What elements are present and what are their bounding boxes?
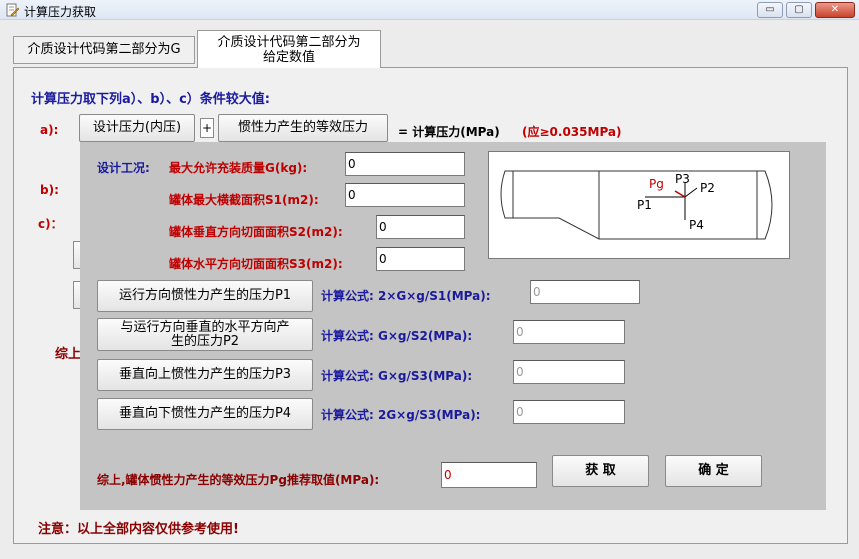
tab-label: 介质设计代码第二部分为G xyxy=(27,42,181,57)
p2-label: P2 xyxy=(700,181,715,195)
p4-button[interactable]: 垂直向下惯性力产生的压力P4 xyxy=(97,398,313,430)
p4-value-input[interactable]: 0 xyxy=(513,400,625,424)
tab-label-line2: 给定数值 xyxy=(262,50,315,65)
s2-input[interactable]: 0 xyxy=(376,215,465,239)
inertia-pressure-button[interactable]: 惯性力产生的等效压力 xyxy=(218,114,388,142)
plus-sign: + xyxy=(200,118,214,138)
tank-diagram: Pg P3 P2 P1 P4 xyxy=(488,151,790,259)
p4-formula: 计算公式: 2G×g/S3(MPa): xyxy=(321,408,481,422)
p1-label: P1 xyxy=(637,198,652,212)
p3-label: P3 xyxy=(675,172,690,186)
pg-label: Pg xyxy=(649,177,664,191)
window-title: 计算压力获取 xyxy=(24,5,97,19)
p1-value-input[interactable]: 0 xyxy=(530,280,640,304)
tab-label-line1: 介质设计代码第二部分为 xyxy=(217,35,361,50)
p3-formula: 计算公式: G×g/S3(MPa): xyxy=(321,369,473,383)
maximize-icon: ▢ xyxy=(794,4,804,15)
note-text: 注意：以上全部内容仅供参考使用! xyxy=(38,522,239,537)
close-icon: ✕ xyxy=(830,4,840,15)
p2-formula: 计算公式: G×g/S2(MPa): xyxy=(321,329,473,343)
tab-medium-code-given-value[interactable]: 介质设计代码第二部分为 给定数值 xyxy=(197,30,381,68)
ok-button[interactable]: 确 定 xyxy=(665,455,762,487)
s3-label: 罐体水平方向切面面积S3(m2): xyxy=(169,257,343,271)
p2-button-line2: 生的压力P2 xyxy=(170,334,240,349)
summary-value-input[interactable]: 0 xyxy=(441,462,537,488)
tab-medium-code-g[interactable]: 介质设计代码第二部分为G xyxy=(13,36,195,64)
title-bar xyxy=(0,0,859,20)
row-b-label: b): xyxy=(40,183,59,197)
p2-button[interactable]: 与运行方向垂直的水平方向产 生的压力P2 xyxy=(97,318,313,351)
s2-label: 罐体垂直方向切面面积S2(m2): xyxy=(169,225,343,239)
p1-button[interactable]: 运行方向惯性力产生的压力P1 xyxy=(97,280,313,312)
p1-formula: 计算公式: 2×G×g/S1(MPa): xyxy=(321,289,491,303)
calc-pressure-hint: (应≥0.035MPa) xyxy=(522,125,622,139)
p2-button-line1: 与运行方向垂直的水平方向产 xyxy=(120,320,290,335)
p4-label: P4 xyxy=(689,218,704,232)
p2-value-input[interactable]: 0 xyxy=(513,320,625,344)
design-condition-label: 设计工况: xyxy=(97,161,150,175)
row-c-label: c)： xyxy=(38,217,63,231)
summary-label: 综上,罐体惯性力产生的等效压力Pg推荐取值(MPa): xyxy=(97,473,380,487)
maximize-button[interactable]: ▢ xyxy=(786,2,812,18)
s1-input[interactable]: 0 xyxy=(345,183,465,207)
p3-button[interactable]: 垂直向上惯性力产生的压力P3 xyxy=(97,359,313,391)
minimize-icon: ▭ xyxy=(765,4,775,15)
tank-diagram-svg: Pg P3 P2 P1 P4 xyxy=(500,170,773,240)
row-a-label: a): xyxy=(40,123,59,137)
calc-pressure-label: = 计算压力(MPa) xyxy=(398,125,500,139)
s3-input[interactable]: 0 xyxy=(376,247,465,271)
minimize-button[interactable]: ▭ xyxy=(757,2,783,18)
partial-summary-label: 综上 xyxy=(55,347,82,362)
max-fill-input[interactable]: 0 xyxy=(345,152,465,176)
max-fill-label: 最大允许充装质量G(kg): xyxy=(169,161,308,175)
close-button[interactable]: ✕ xyxy=(815,2,855,18)
get-button[interactable]: 获 取 xyxy=(552,455,649,487)
app-icon xyxy=(6,3,19,17)
s1-label: 罐体最大横截面积S1(m2): xyxy=(169,193,319,207)
main-heading: 计算压力取下列a）、b）、c）条件较大值: xyxy=(31,92,270,107)
p3-value-input[interactable]: 0 xyxy=(513,360,625,384)
design-pressure-button[interactable]: 设计压力(内压) xyxy=(79,114,195,142)
